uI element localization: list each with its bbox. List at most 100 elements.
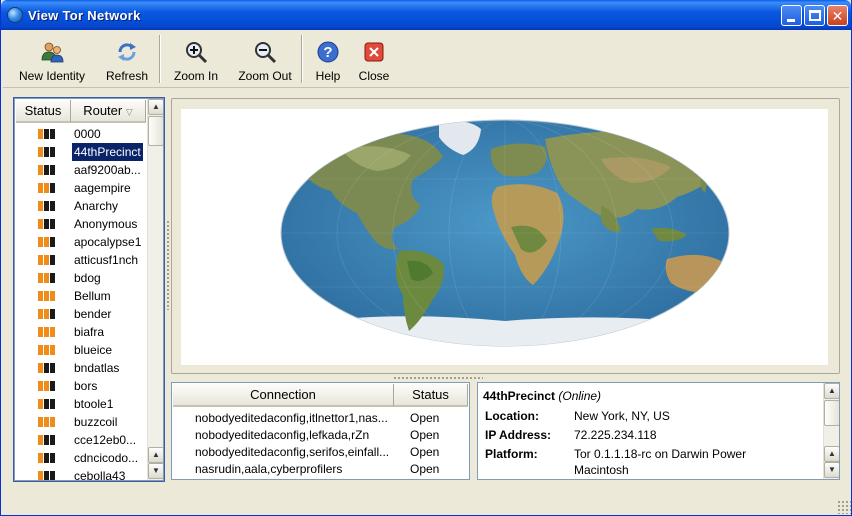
scroll-thumb[interactable] xyxy=(824,400,839,426)
bandwidth-indicator-icon xyxy=(38,435,56,445)
connection-row[interactable]: nasrudin,aala,cyberprofilers Open xyxy=(172,461,468,478)
router-row[interactable]: atticusf1nch xyxy=(16,251,146,269)
refresh-icon xyxy=(118,43,136,61)
router-row[interactable]: Anarchy xyxy=(16,197,146,215)
minimize-button[interactable] xyxy=(781,5,802,26)
router-row[interactable]: blueice xyxy=(16,341,146,359)
view-tor-network-window: View Tor Network ✕ New Identity Refresh xyxy=(0,0,852,516)
bandwidth-indicator-icon xyxy=(38,309,56,319)
router-row[interactable]: cce12eb0... xyxy=(16,431,146,449)
refresh-label: Refresh xyxy=(105,69,149,83)
new-identity-button[interactable]: New Identity xyxy=(13,36,91,84)
tor-globe-icon xyxy=(7,7,23,23)
bandwidth-indicator-icon xyxy=(38,183,56,193)
connection-row[interactable]: nobodyeditedaconfig,lefkada,rZn Open xyxy=(172,427,468,444)
zoom-in-button[interactable]: Zoom In xyxy=(169,36,223,84)
connection-path: nobodyeditedaconfig,lefkada,rZn xyxy=(195,428,370,442)
connection-row[interactable]: nobodyeditedaconfig,serifos,einfall... Op… xyxy=(172,444,468,461)
connection-list-panel[interactable]: Connection Status nobodyeditedaconfig,it… xyxy=(171,382,470,480)
router-row[interactable]: bors xyxy=(16,377,146,395)
vertical-splitter-handle[interactable] xyxy=(166,220,170,310)
horizontal-splitter-handle[interactable] xyxy=(393,376,483,380)
bandwidth-indicator-icon xyxy=(38,129,56,139)
router-row[interactable]: biafra xyxy=(16,323,146,341)
maximize-button[interactable] xyxy=(804,5,825,26)
zoom-out-icon xyxy=(255,42,277,64)
bandwidth-indicator-icon xyxy=(38,327,56,337)
connection-path: nasrudin,aala,cyberprofilers xyxy=(195,462,343,476)
router-column-label: Router xyxy=(83,103,123,118)
router-row[interactable]: 0000 xyxy=(16,125,146,143)
window-close-button[interactable]: ✕ xyxy=(827,5,848,26)
connection-path: nobodyeditedaconfig,itlnettor1,nas... xyxy=(195,411,388,425)
router-name: btoole1 xyxy=(74,397,114,411)
zoom-out-button[interactable]: Zoom Out xyxy=(233,36,297,84)
close-x-icon: ✕ xyxy=(831,8,844,24)
scroll-down-arrow-icon[interactable]: ▼ xyxy=(148,463,163,479)
router-name: bndatlas xyxy=(74,361,120,375)
router-name: apocalypse1 xyxy=(74,235,142,249)
bandwidth-indicator-icon xyxy=(38,237,56,247)
platform-value-line1: Tor 0.1.1.18-rc on Darwin Power xyxy=(574,447,747,461)
bandwidth-indicator-icon xyxy=(38,201,56,211)
router-name: bors xyxy=(74,379,98,393)
svg-text:?: ? xyxy=(323,44,332,61)
bandwidth-indicator-icon xyxy=(38,381,56,391)
router-row[interactable]: cdncicodo... xyxy=(16,449,146,467)
status-column-header[interactable]: Status xyxy=(16,100,71,123)
location-label: Location: xyxy=(485,409,539,423)
resize-grip-icon[interactable] xyxy=(837,500,851,514)
router-row[interactable]: aagempire xyxy=(16,179,146,197)
router-name: atticusf1nch xyxy=(74,253,139,267)
connection-status: Open xyxy=(410,462,440,476)
router-info-title: 44thPrecinct (Online) xyxy=(483,389,601,403)
router-list: 0000 44thPrecinct aaf9200ab... aagempire Ana… xyxy=(16,125,146,480)
router-list-panel[interactable]: Status Router ▽ 0000 44thPrecinct aaf9200a… xyxy=(13,97,165,482)
bandwidth-indicator-icon xyxy=(38,417,56,427)
ip-address-value: 72.225.234.118 xyxy=(574,428,657,442)
bandwidth-indicator-icon xyxy=(38,255,56,265)
router-row[interactable]: bdog xyxy=(16,269,146,287)
router-column-header[interactable]: Router ▽ xyxy=(71,100,146,123)
scroll-up-arrow-icon[interactable]: ▲ xyxy=(148,447,163,463)
router-list-scrollbar[interactable]: ▲ ▲ ▼ xyxy=(147,99,163,480)
router-row[interactable]: Bellum xyxy=(16,287,146,305)
scroll-down-arrow-icon[interactable]: ▼ xyxy=(824,462,839,478)
router-row[interactable]: aaf9200ab... xyxy=(16,161,146,179)
platform-value-line2: Macintosh xyxy=(574,463,629,477)
toolbar-separator xyxy=(301,35,303,83)
router-row[interactable]: buzzcoil xyxy=(16,413,146,431)
router-name: Bellum xyxy=(74,289,111,303)
connection-status-column-header[interactable]: Status xyxy=(394,384,468,407)
router-name: aagempire xyxy=(74,181,131,195)
router-row[interactable]: apocalypse1 xyxy=(16,233,146,251)
scroll-up-arrow-icon[interactable]: ▲ xyxy=(824,383,839,399)
router-info-panel: 44thPrecinct (Online) Location: New York… xyxy=(477,382,840,480)
title-bar[interactable]: View Tor Network ✕ xyxy=(1,0,851,30)
router-row[interactable]: cebolla43 xyxy=(16,467,146,480)
network-map-canvas[interactable] xyxy=(181,109,828,365)
router-row[interactable]: bndatlas xyxy=(16,359,146,377)
router-name: cdncicodo... xyxy=(74,451,139,465)
minimize-icon xyxy=(787,19,795,22)
sort-descending-icon: ▽ xyxy=(125,107,133,117)
router-row[interactable]: Anonymous xyxy=(16,215,146,233)
scroll-up-arrow-icon[interactable]: ▲ xyxy=(824,446,839,462)
scroll-up-arrow-icon[interactable]: ▲ xyxy=(148,99,163,115)
connection-path: nobodyeditedaconfig,serifos,einfall... xyxy=(195,445,390,459)
location-value: New York, NY, US xyxy=(574,409,670,423)
router-info-scrollbar[interactable]: ▲ ▲ ▼ xyxy=(823,383,839,479)
router-name: Anonymous xyxy=(74,217,138,231)
close-label: Close xyxy=(358,69,390,83)
router-row[interactable]: bender xyxy=(16,305,146,323)
close-button[interactable]: Close xyxy=(354,36,394,84)
scroll-thumb[interactable] xyxy=(148,116,163,146)
help-button[interactable]: ? Help xyxy=(310,36,346,84)
router-row[interactable]: btoole1 xyxy=(16,395,146,413)
router-row[interactable]: 44thPrecinct xyxy=(16,142,146,162)
router-name: buzzcoil xyxy=(74,415,118,429)
connection-column-header[interactable]: Connection xyxy=(173,384,394,407)
refresh-button[interactable]: Refresh xyxy=(101,36,153,84)
connection-row[interactable]: nobodyeditedaconfig,itlnettor1,nas... Ope… xyxy=(172,410,468,427)
window-title: View Tor Network xyxy=(28,8,141,23)
